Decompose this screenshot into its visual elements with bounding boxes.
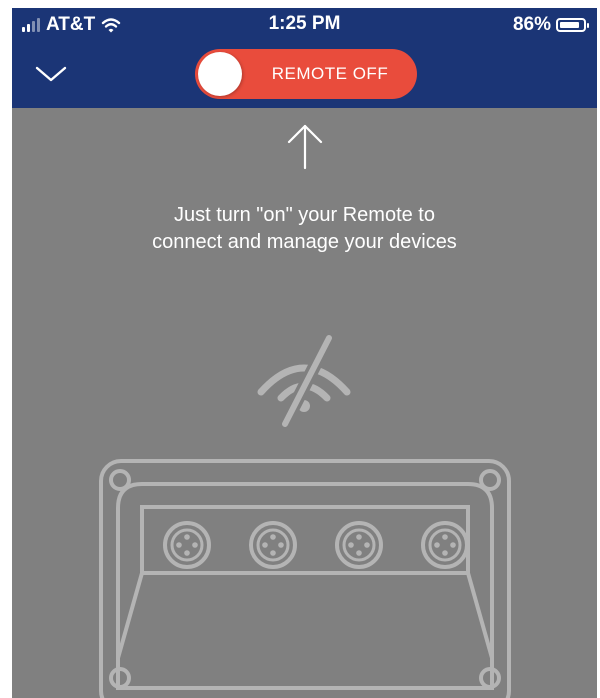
top-bar: AT&T 1:25 PM 86% REMOTE OFF [12, 8, 597, 108]
status-bar: AT&T 1:25 PM 86% [12, 8, 597, 42]
remote-toggle[interactable]: REMOTE OFF [195, 49, 417, 99]
battery-indicator: 86% [513, 14, 589, 36]
battery-tip [587, 22, 589, 28]
instruction-text: Just turn "on" your Remote to connect an… [12, 202, 597, 256]
app-screen: AT&T 1:25 PM 86% REMOTE OFF Just turn "o… [12, 8, 597, 698]
battery-level-fill [560, 22, 579, 28]
clock: 1:25 PM [268, 13, 341, 34]
instruction-line: connect and manage your devices [152, 231, 457, 253]
battery-icon [556, 18, 586, 32]
remote-toggle-label: REMOTE OFF [271, 64, 389, 83]
remote-hub-illustration [99, 459, 511, 698]
port-icon [421, 521, 469, 569]
instruction-line: Just turn "on" your Remote to [174, 204, 435, 226]
arrow-up-icon [287, 124, 323, 170]
no-signal-icon [257, 331, 351, 431]
chevron-down-icon[interactable] [34, 64, 68, 84]
toggle-knob [198, 52, 242, 96]
port-icon [335, 521, 383, 569]
port-icon [163, 521, 211, 569]
port-icon [249, 521, 297, 569]
battery-percent: 86% [512, 14, 551, 35]
